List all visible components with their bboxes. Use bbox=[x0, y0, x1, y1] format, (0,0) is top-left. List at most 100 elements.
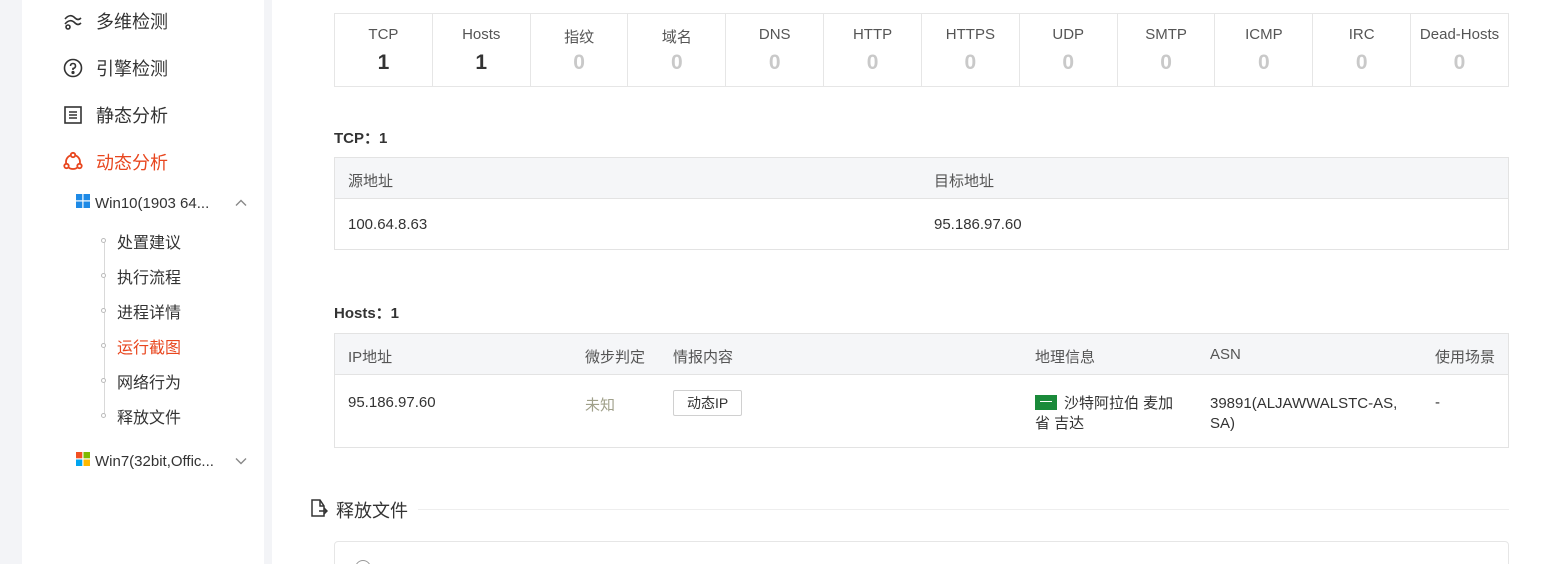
sub-item-label: 释放文件 bbox=[117, 410, 182, 427]
asn-line2: SA) bbox=[1210, 415, 1236, 432]
tcp-section-title: TCP：1 bbox=[334, 130, 388, 147]
stat-value: 0 bbox=[1160, 51, 1172, 74]
sub-item-screenshots[interactable]: 运行截图 bbox=[101, 336, 181, 357]
sub-item-process-details[interactable]: 进程详情 bbox=[101, 301, 182, 322]
table-row: 95.186.97.60 未知 动态IP 沙特阿拉伯 麦加 省 吉达 39891… bbox=[335, 375, 1508, 447]
sidebar: 多维检测 引擎检测 静态分析 动态分析 Win10(1903 64... 处置建… bbox=[22, 0, 264, 564]
header-asn: ASN bbox=[1210, 346, 1241, 363]
stat-value: 0 bbox=[573, 51, 585, 74]
cell-verdict: 未知 bbox=[585, 397, 616, 414]
table-row: 100.64.8.63 95.186.97.60 bbox=[335, 199, 1508, 249]
asn-line1: 39891(ALJAWWALSTC-AS, bbox=[1210, 395, 1398, 412]
bullet-icon bbox=[101, 238, 106, 243]
stat-label: 域名 bbox=[661, 29, 692, 46]
divider bbox=[418, 509, 1509, 510]
vm-win7[interactable]: Win7(32bit,Offic... bbox=[76, 450, 248, 472]
stat-label: TCP bbox=[368, 26, 399, 43]
engine-detect-icon bbox=[62, 57, 84, 79]
stat-http[interactable]: HTTP 0 bbox=[824, 14, 922, 86]
nav-static-analysis[interactable]: 静态分析 bbox=[62, 102, 168, 128]
stat-tcp[interactable]: TCP 1 bbox=[335, 14, 433, 86]
header-geo: 地理信息 bbox=[1035, 349, 1096, 366]
stat-dns[interactable]: DNS 0 bbox=[726, 14, 825, 86]
nav-label: 动态分析 bbox=[96, 153, 168, 173]
stat-value: 1 bbox=[475, 51, 488, 74]
stat-smtp[interactable]: SMTP 0 bbox=[1118, 14, 1216, 86]
table-header: IP地址 微步判定 情报内容 地理信息 ASN 使用场景 bbox=[335, 334, 1508, 375]
stat-value: 1 bbox=[377, 51, 390, 74]
sub-item-released-files[interactable]: 释放文件 bbox=[101, 406, 182, 427]
stat-label: ICMP bbox=[1245, 26, 1283, 43]
nav-multi-detect[interactable]: 多维检测 bbox=[62, 8, 168, 34]
multi-detect-icon bbox=[62, 10, 84, 32]
bullet-icon bbox=[101, 413, 106, 418]
vm-label: Win10(1903 64... bbox=[95, 194, 210, 212]
static-analysis-icon bbox=[62, 104, 84, 126]
stat-dead-hosts[interactable]: Dead-Hosts 0 bbox=[1411, 14, 1508, 86]
chevron-down-icon[interactable] bbox=[234, 454, 248, 468]
nav-label: 多维检测 bbox=[96, 12, 168, 32]
header-scene: 使用场景 bbox=[1435, 349, 1496, 366]
stat-label: IRC bbox=[1348, 26, 1375, 43]
stat-value: 0 bbox=[671, 51, 683, 74]
bullet-icon bbox=[101, 378, 106, 383]
stat-label: 指纹 bbox=[564, 29, 595, 46]
stat-domain[interactable]: 域名 0 bbox=[628, 14, 727, 86]
table-header: 源地址 目标地址 bbox=[335, 158, 1508, 199]
stat-icmp[interactable]: ICMP 0 bbox=[1215, 14, 1314, 86]
nav-engine-detect[interactable]: 引擎检测 bbox=[62, 55, 168, 81]
nav-label: 引擎检测 bbox=[96, 59, 168, 79]
cell-dst: 95.186.97.60 bbox=[934, 216, 1022, 233]
released-files-header: 释放文件 bbox=[308, 497, 408, 523]
stat-https[interactable]: HTTPS 0 bbox=[922, 14, 1020, 86]
sub-item-label: 网络行为 bbox=[117, 375, 182, 392]
sub-item-label: 处置建议 bbox=[117, 235, 182, 252]
windows7-icon bbox=[76, 452, 90, 470]
nav-dynamic-analysis[interactable]: 动态分析 bbox=[62, 149, 168, 175]
header-dst: 目标地址 bbox=[934, 173, 995, 190]
stat-label: DNS bbox=[758, 26, 791, 43]
cell-ip[interactable]: 95.186.97.60 bbox=[348, 394, 436, 411]
cell-src: 100.64.8.63 bbox=[348, 216, 428, 233]
stat-irc[interactable]: IRC 0 bbox=[1313, 14, 1412, 86]
stat-label: HTTP bbox=[852, 26, 893, 43]
sub-item-disposal-advice[interactable]: 处置建议 bbox=[101, 231, 182, 252]
header-intel: 情报内容 bbox=[673, 349, 734, 366]
stat-label: HTTPS bbox=[945, 26, 995, 43]
stat-value: 0 bbox=[1258, 51, 1270, 74]
cell-geo: 沙特阿拉伯 麦加 省 吉达 bbox=[1035, 394, 1173, 434]
windows10-icon bbox=[76, 194, 90, 212]
stat-value: 0 bbox=[964, 51, 977, 74]
header-src: 源地址 bbox=[348, 173, 394, 190]
sub-item-label: 执行流程 bbox=[117, 270, 182, 287]
stat-udp[interactable]: UDP 0 bbox=[1020, 14, 1118, 86]
header-verdict: 微步判定 bbox=[585, 349, 646, 366]
stat-label: UDP bbox=[1052, 26, 1085, 43]
geo-line1: 沙特阿拉伯 麦加 bbox=[1064, 395, 1174, 412]
stat-value: 0 bbox=[1355, 51, 1368, 74]
stat-label: Hosts bbox=[462, 26, 501, 43]
cell-intel: 动态IP bbox=[673, 390, 743, 416]
chevron-up-icon[interactable] bbox=[234, 196, 248, 210]
stat-fingerprint[interactable]: 指纹 0 bbox=[531, 14, 629, 86]
hosts-section-title: Hosts：1 bbox=[334, 305, 400, 322]
saudi-flag-icon bbox=[1035, 395, 1057, 410]
stat-value: 0 bbox=[1453, 51, 1466, 74]
stat-label: SMTP bbox=[1145, 26, 1187, 43]
network-stats: TCP 1 Hosts 1 指纹 0 域名 0 DNS 0 HTTP 0 HTTPS 0 UD… bbox=[334, 13, 1509, 87]
intel-tag[interactable]: 动态IP bbox=[673, 390, 743, 416]
vm-win10[interactable]: Win10(1903 64... bbox=[76, 192, 248, 214]
geo-line2: 省 吉达 bbox=[1035, 415, 1085, 432]
dynamic-analysis-icon bbox=[62, 151, 84, 173]
sub-item-label: 进程详情 bbox=[117, 305, 182, 322]
stat-value: 0 bbox=[768, 51, 781, 74]
hosts-table: IP地址 微步判定 情报内容 地理信息 ASN 使用场景 95.186.97.6… bbox=[334, 333, 1509, 448]
stat-value: 0 bbox=[866, 51, 879, 74]
sub-item-network-behavior[interactable]: 网络行为 bbox=[101, 371, 182, 392]
bullet-icon bbox=[101, 273, 106, 278]
cell-scene: - bbox=[1435, 394, 1440, 411]
main-panel: TCP 1 Hosts 1 指纹 0 域名 0 DNS 0 HTTP 0 HTTPS 0 UD… bbox=[272, 0, 1555, 564]
stat-hosts[interactable]: Hosts 1 bbox=[433, 14, 531, 86]
sub-item-execution-flow[interactable]: 执行流程 bbox=[101, 266, 182, 287]
released-files-title: 释放文件 bbox=[336, 501, 408, 521]
